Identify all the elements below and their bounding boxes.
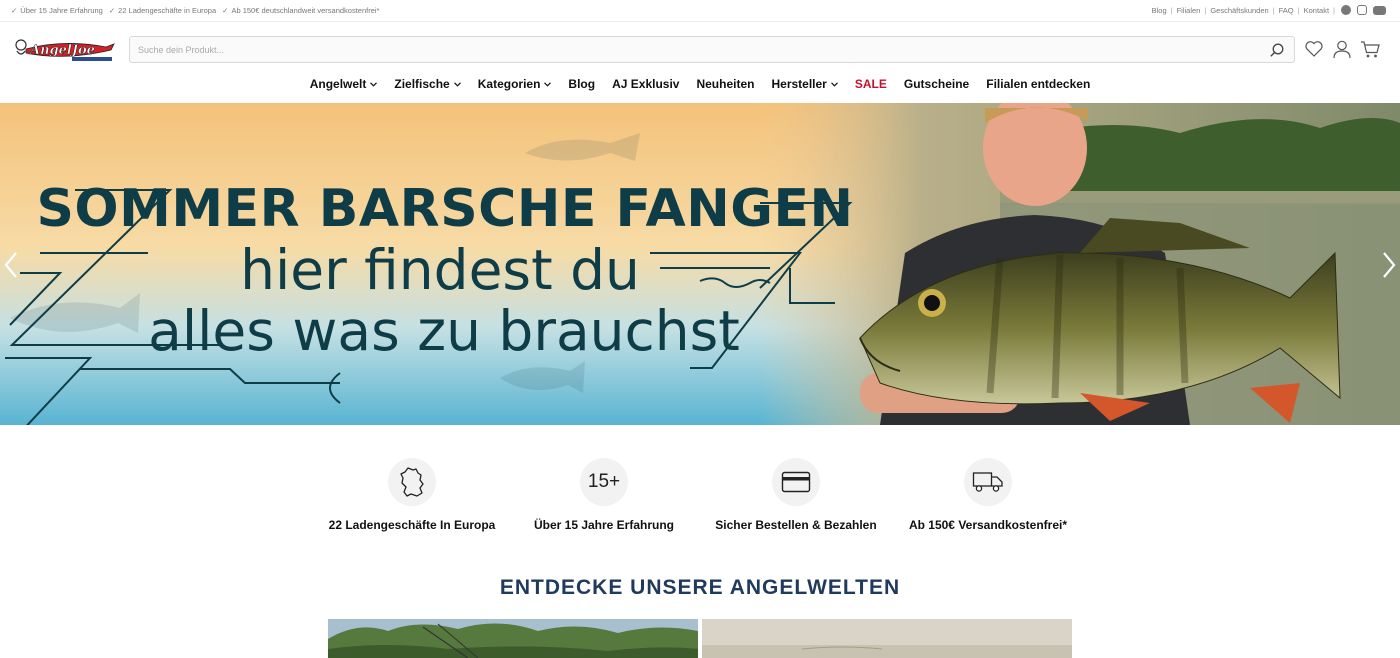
- tile-image: [702, 619, 1072, 658]
- experience-badge-icon: 15+: [587, 471, 621, 492]
- top-links: Blog | Filialen | Geschäftskunden | FAQ | Ko…: [1152, 5, 1386, 15]
- nav-item-filialen-entdecken[interactable]: Filialen entdecken: [986, 74, 1090, 94]
- nav-item-label: Hersteller: [771, 77, 827, 91]
- feature-icon-circle: [772, 458, 820, 506]
- nav-item-label: Zielfische: [394, 77, 450, 91]
- facebook-icon[interactable]: [1341, 5, 1351, 15]
- truck-icon: [972, 472, 1003, 492]
- instagram-icon[interactable]: [1357, 5, 1367, 15]
- feature-label: Sicher Bestellen & Bezahlen: [715, 518, 877, 532]
- nav-item-label: Filialen entdecken: [986, 77, 1091, 91]
- hero-line-3: alles was zu brauchst: [148, 299, 740, 363]
- nav-item-sale[interactable]: SALE: [855, 74, 887, 94]
- nav-item-label: SALE: [854, 77, 887, 91]
- nav-item-neuheiten[interactable]: Neuheiten: [696, 74, 754, 94]
- nav-item-gutscheine[interactable]: Gutscheine: [904, 74, 969, 94]
- angelwelt-tile[interactable]: [328, 619, 698, 658]
- nav-item-label: Neuheiten: [696, 77, 755, 91]
- top-link-faq[interactable]: FAQ: [1279, 6, 1294, 15]
- main-nav: Angelwelt Zielfische Kategorien Blog AJ …: [0, 74, 1400, 94]
- tile-image: [328, 619, 698, 658]
- germany-map-icon: [400, 467, 424, 497]
- top-link-filialen[interactable]: Filialen: [1177, 6, 1201, 15]
- usp-item: Ab 150€ deutschlandweit versandkostenfre…: [222, 6, 379, 15]
- nav-item-angelwelt[interactable]: Angelwelt: [310, 74, 378, 94]
- chevron-down-icon: [830, 81, 838, 87]
- nav-item-hersteller[interactable]: Hersteller: [771, 74, 838, 94]
- nav-item-zielfische[interactable]: Zielfische: [394, 74, 461, 94]
- heart-icon[interactable]: [1304, 39, 1324, 59]
- credit-card-icon: [781, 471, 811, 493]
- hero-line-2: hier findest du: [240, 238, 640, 302]
- top-bar: Über 15 Jahre Erfahrung 22 Ladengeschäft…: [0, 0, 1400, 22]
- feature-label: Über 15 Jahre Erfahrung: [533, 518, 675, 532]
- usp-item: 22 Ladengeschäfte in Europa: [109, 6, 216, 15]
- top-link-blog[interactable]: Blog: [1152, 6, 1167, 15]
- nav-item-aj-exklusiv[interactable]: AJ Exklusiv: [612, 74, 679, 94]
- nav-item-label: Gutscheine: [903, 77, 970, 91]
- nav-item-label: AJ Exklusiv: [612, 77, 680, 91]
- nav-item-blog[interactable]: Blog: [568, 74, 595, 94]
- nav-item-label: Kategorien: [477, 77, 541, 91]
- search-icon[interactable]: [1269, 42, 1285, 58]
- chevron-down-icon: [453, 81, 461, 87]
- chevron-down-icon: [544, 81, 552, 87]
- search-input[interactable]: [138, 42, 1238, 58]
- cart-icon[interactable]: [1360, 39, 1380, 59]
- feature-label: Ab 150€ Versandkostenfrei*: [908, 518, 1068, 532]
- feature-shipping: Ab 150€ Versandkostenfrei*: [892, 458, 1084, 538]
- logo-graphic: AngelJoe: [15, 39, 115, 61]
- feature-label: 22 Ladengeschäfte In Europa: [328, 518, 496, 532]
- usp-item: Über 15 Jahre Erfahrung: [11, 6, 103, 15]
- carousel-next-arrow-icon[interactable]: [1381, 251, 1397, 279]
- hero-line-1: SOMMER BARSCHE FANGEN: [36, 179, 854, 239]
- hero-headline: SOMMER BARSCHE FANGEN hier findest du al…: [0, 183, 900, 359]
- user-icon[interactable]: [1332, 39, 1352, 59]
- logo-text: AngelJoe: [28, 43, 95, 58]
- feature-icon-circle: [388, 458, 436, 506]
- angelwelt-tile[interactable]: [702, 619, 1072, 658]
- nav-item-label: Angelwelt: [309, 77, 367, 91]
- feature-stores: 22 Ladengeschäfte In Europa: [316, 458, 508, 538]
- youtube-icon[interactable]: [1373, 5, 1386, 15]
- search-bar: [129, 36, 1295, 63]
- nav-item-label: Blog: [568, 77, 596, 91]
- top-link-geschaeftskunden[interactable]: Geschäftskunden: [1210, 6, 1268, 15]
- section-title: ENTDECKE UNSERE ANGELWELTEN: [499, 576, 901, 599]
- logo[interactable]: AngelJoe: [14, 35, 116, 65]
- feature-row: 22 Ladengeschäfte In Europa 15+ Über 15 …: [316, 458, 1084, 538]
- feature-icon-circle: [964, 458, 1012, 506]
- chevron-down-icon: [370, 81, 378, 87]
- feature-payment: Sicher Bestellen & Bezahlen: [700, 458, 892, 538]
- nav-item-kategorien[interactable]: Kategorien: [478, 74, 552, 94]
- usp-list: Über 15 Jahre Erfahrung 22 Ladengeschäft…: [11, 6, 379, 15]
- feature-experience: 15+ Über 15 Jahre Erfahrung: [508, 458, 700, 538]
- top-link-kontakt[interactable]: Kontakt: [1304, 6, 1329, 15]
- carousel-prev-arrow-icon[interactable]: [3, 251, 19, 279]
- feature-icon-circle: 15+: [580, 458, 628, 506]
- hero-banner[interactable]: SOMMER BARSCHE FANGEN hier findest du al…: [0, 103, 1400, 425]
